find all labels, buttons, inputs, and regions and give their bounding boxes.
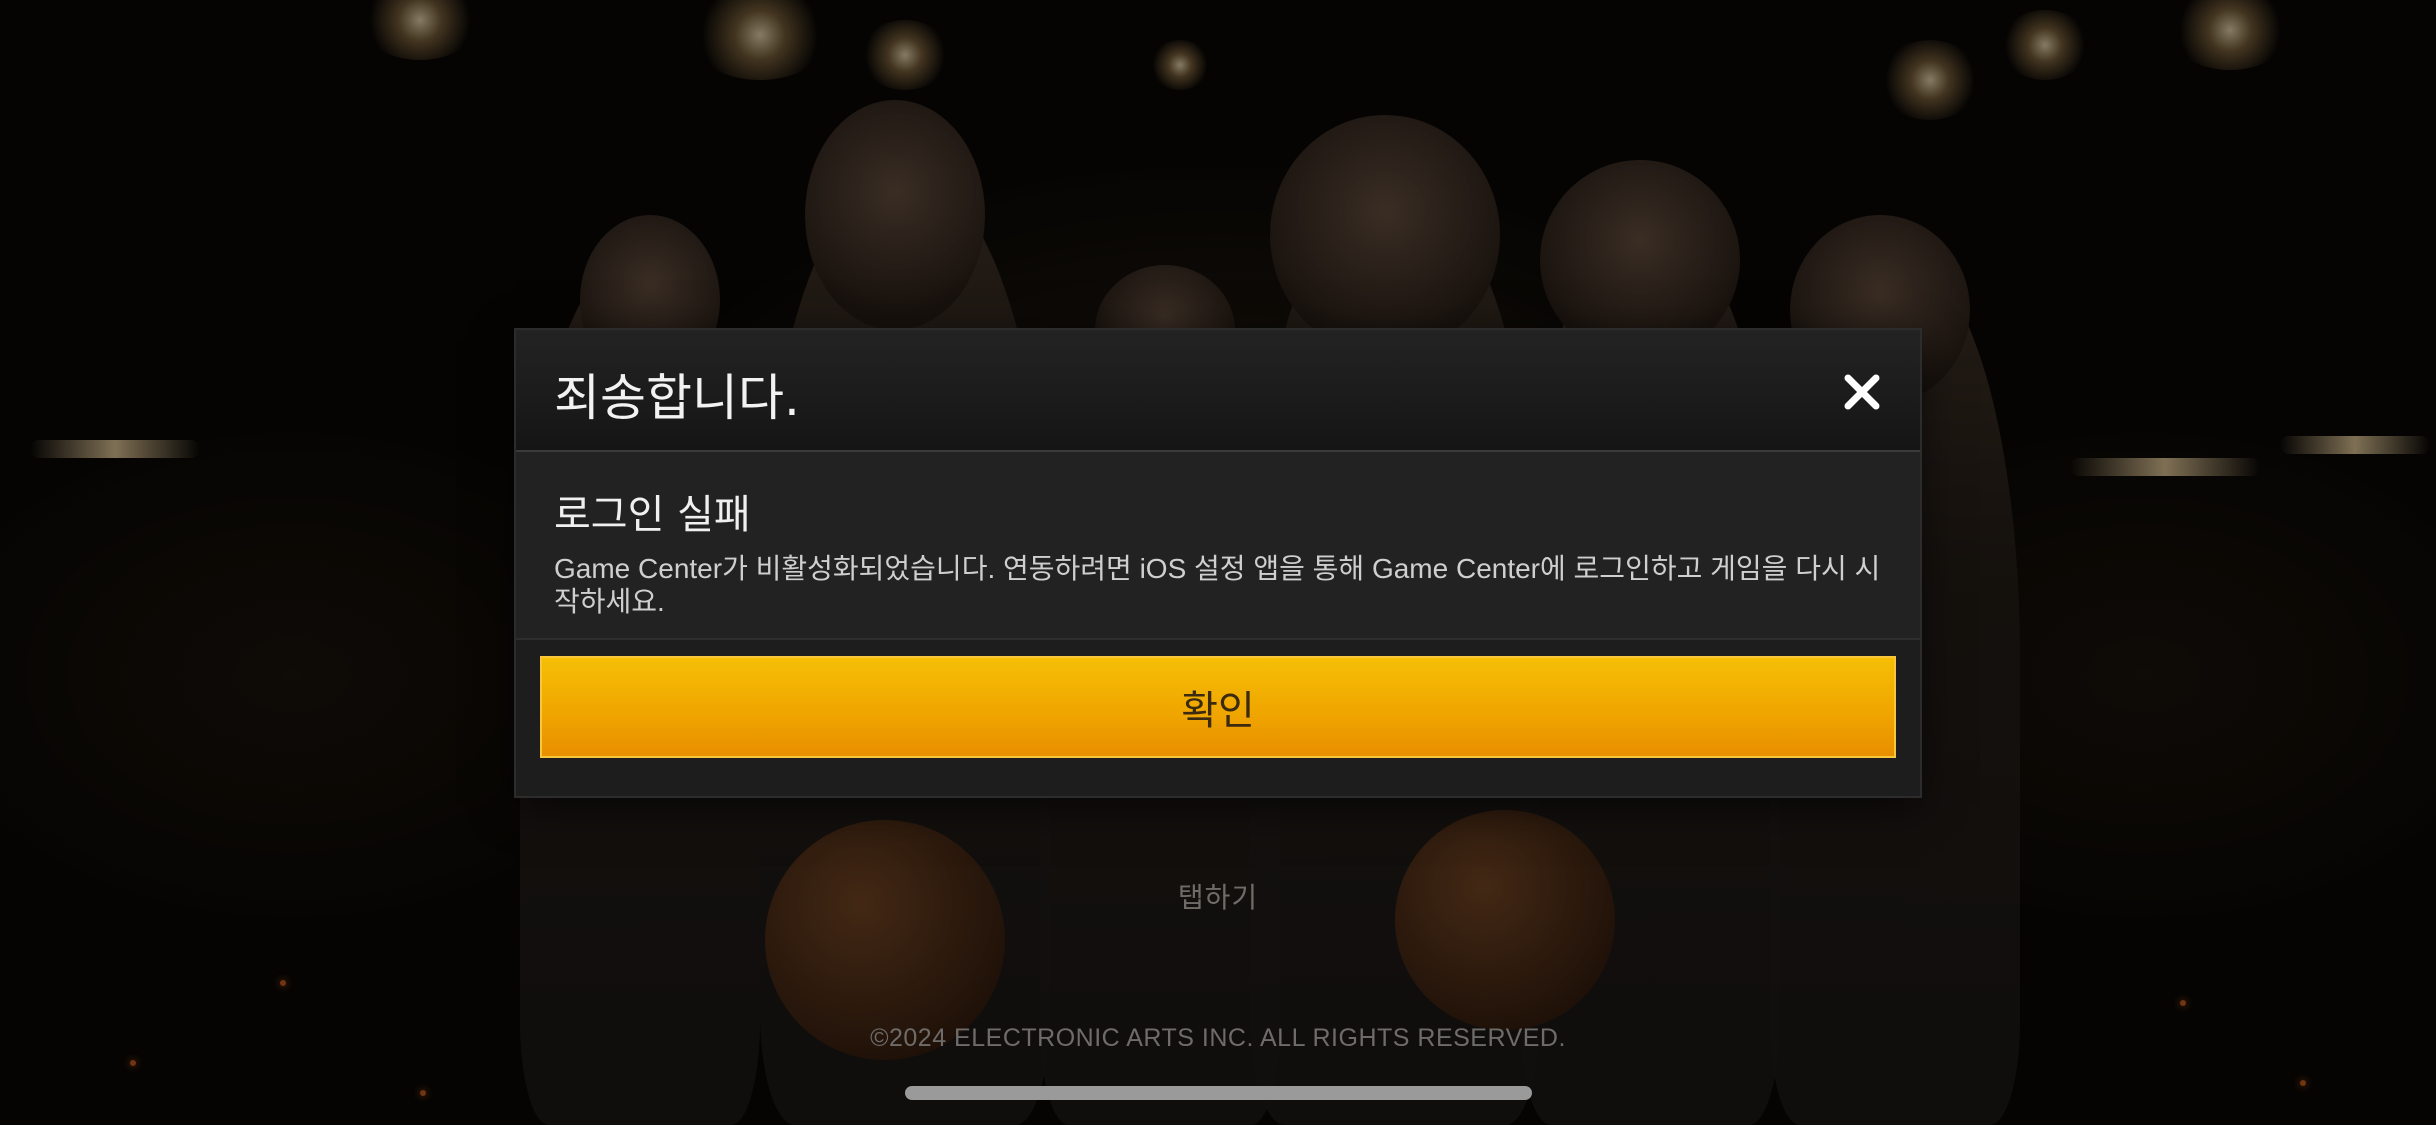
close-button[interactable] <box>1832 362 1892 422</box>
home-indicator[interactable] <box>905 1086 1532 1100</box>
close-icon <box>1844 374 1880 410</box>
dialog-footer: 확인 <box>516 640 1920 796</box>
login-failed-dialog: 죄송합니다. 로그인 실패 Game Center가 비활성화되었습니다. 연동… <box>516 330 1920 796</box>
message-text: Game Center가 비활성화되었습니다. 연동하려면 iOS 설정 앱을 … <box>554 553 1881 617</box>
background-scene: 탭하기 ©2024 ELECTRONIC ARTS INC. ALL RIGHT… <box>0 0 2436 1125</box>
confirm-button[interactable]: 확인 <box>540 656 1896 758</box>
dialog-header: 죄송합니다. <box>516 330 1920 452</box>
copyright-text: ©2024 ELECTRONIC ARTS INC. ALL RIGHTS RE… <box>870 1024 1566 1052</box>
message-title: 로그인 실패 <box>554 492 751 538</box>
dialog-body: 로그인 실패 Game Center가 비활성화되었습니다. 연동하려면 iOS… <box>516 452 1920 640</box>
tap-to-start[interactable]: 탭하기 <box>1088 846 1348 946</box>
dialog-title: 죄송합니다. <box>554 369 800 427</box>
